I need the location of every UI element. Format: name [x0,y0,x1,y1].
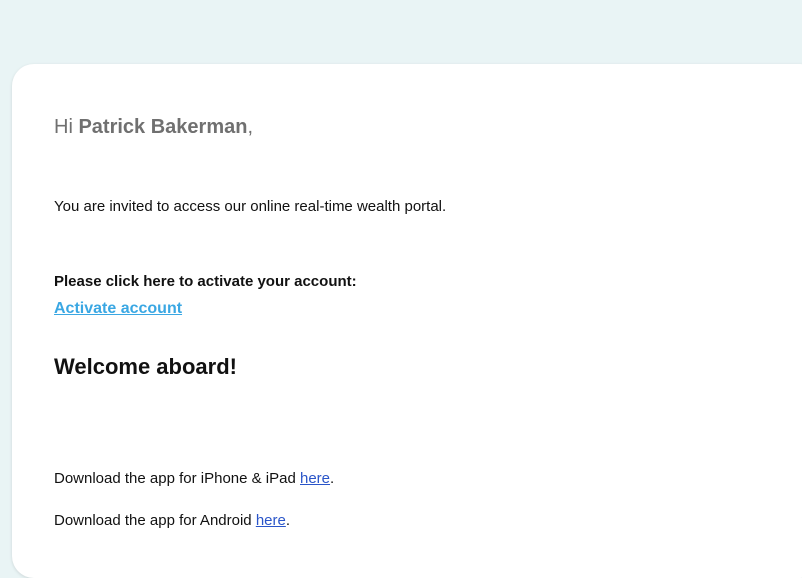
invite-text: You are invited to access our online rea… [54,198,447,215]
android-download-link[interactable]: here [256,512,286,529]
android-download-suffix: . [285,512,291,529]
email-card: Hi Patrick Bakerman, You are invited to … [12,64,802,578]
android-download-line: Download the app for Android here. [54,512,290,529]
ios-download-text: Download the app for iPhone & iPad [54,470,300,487]
greeting-suffix: , [247,116,253,138]
greeting: Hi Patrick Bakerman, [54,116,253,139]
ios-download-suffix: . [330,470,335,487]
ios-download-line: Download the app for iPhone & iPad here. [54,470,334,487]
activate-account-link[interactable]: Activate account [54,300,182,318]
recipient-name: Patrick Bakerman [78,116,248,138]
greeting-prefix: Hi [54,116,79,138]
activation-instruction: Please click here to activate your accou… [54,273,357,290]
welcome-heading: Welcome aboard! [54,354,237,379]
page-background: Hi Patrick Bakerman, You are invited to … [0,0,802,578]
android-download-text: Download the app for Android [54,512,256,529]
ios-download-link[interactable]: here [300,470,330,487]
